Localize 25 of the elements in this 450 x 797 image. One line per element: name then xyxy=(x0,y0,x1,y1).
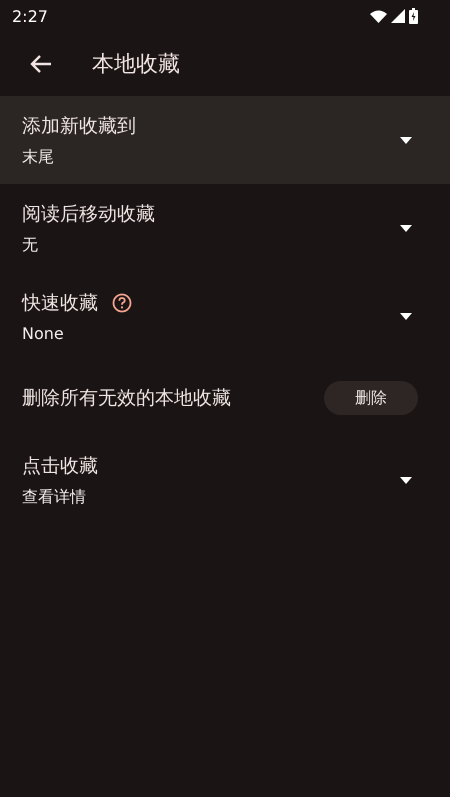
setting-title: 阅读后移动收藏 xyxy=(22,202,155,226)
delete-button[interactable]: 删除 xyxy=(324,381,418,415)
dropdown-caret-icon[interactable] xyxy=(400,224,412,232)
setting-value: 查看详情 xyxy=(22,486,87,508)
signal-icon xyxy=(391,9,405,23)
dropdown-caret-icon[interactable] xyxy=(400,136,412,144)
help-icon[interactable] xyxy=(112,292,132,312)
back-arrow-icon[interactable] xyxy=(30,54,52,74)
setting-title: 添加新收藏到 xyxy=(22,114,136,138)
setting-row[interactable]: 快速收藏 None xyxy=(0,272,450,360)
wifi-icon xyxy=(370,10,387,22)
dropdown-caret-icon[interactable] xyxy=(400,312,412,320)
setting-value: 无 xyxy=(22,234,39,256)
setting-title: 删除所有无效的本地收藏 xyxy=(22,386,231,411)
setting-row[interactable]: 阅读后移动收藏 无 xyxy=(0,184,450,272)
status-time: 2:27 xyxy=(12,6,48,26)
setting-value: None xyxy=(22,324,65,342)
setting-title: 快速收藏 xyxy=(22,290,98,316)
dropdown-caret-icon[interactable] xyxy=(400,476,412,484)
setting-title: 点击收藏 xyxy=(22,454,98,478)
screen-title: 本地收藏 xyxy=(92,51,180,79)
setting-value: 末尾 xyxy=(22,146,55,168)
setting-row[interactable]: 添加新收藏到 末尾 xyxy=(0,96,450,184)
battery-icon xyxy=(409,8,418,24)
setting-row[interactable]: 点击收藏 查看详情 xyxy=(0,436,450,524)
